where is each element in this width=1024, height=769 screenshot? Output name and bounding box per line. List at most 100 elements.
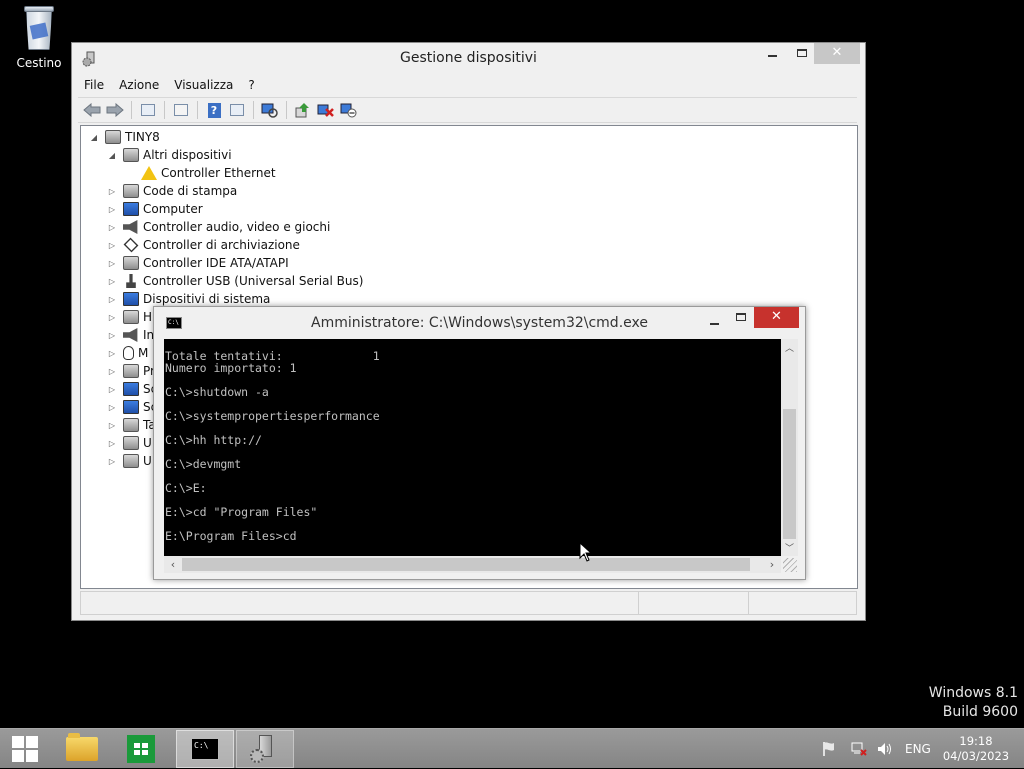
tree-child-item[interactable]: Controller Ethernet (125, 164, 276, 182)
expand-arrow-icon[interactable]: ▷ (107, 187, 117, 196)
tree-item-label: M (138, 346, 149, 360)
expand-arrow-icon[interactable]: ▷ (107, 349, 117, 358)
cmd-maximize-button[interactable] (732, 307, 750, 328)
tree-category-item[interactable]: ▷ M (107, 344, 148, 362)
processor-icon (123, 364, 139, 378)
expand-arrow-icon[interactable]: ▷ (107, 385, 117, 394)
cmd-close-button[interactable]: ✕ (754, 307, 799, 328)
expand-arrow-icon[interactable]: ▷ (107, 223, 117, 232)
clock[interactable]: 19:18 04/03/2023 (940, 729, 1012, 769)
console-line: C:\>systempropertiesperformance (165, 409, 380, 423)
vertical-scrollbar[interactable]: ︿ ﹀ (781, 339, 798, 556)
tree-root-label: TINY8 (125, 130, 160, 144)
expand-arrow-icon[interactable]: ▷ (107, 439, 117, 448)
start-button[interactable] (0, 730, 50, 768)
expand-arrow-icon[interactable]: ▷ (107, 457, 117, 466)
device-manager-titlebar[interactable]: Gestione dispositivi ✕ (72, 43, 865, 75)
expand-arrow-icon[interactable]: ▷ (107, 421, 117, 430)
taskbar-store[interactable] (117, 730, 165, 768)
horizontal-scrollbar[interactable]: ‹ › (164, 556, 781, 573)
tree-item-label: Controller USB (Universal Serial Bus) (143, 274, 364, 288)
language-indicator[interactable]: ENG (905, 729, 935, 769)
scroll-right-icon[interactable]: › (764, 556, 780, 573)
scroll-up-icon[interactable]: ︿ (781, 341, 798, 354)
close-button[interactable]: ✕ (814, 43, 860, 64)
tree-category-item[interactable]: ▷ Code di stampa (107, 182, 237, 200)
scroll-down-icon[interactable]: ﹀ (781, 541, 798, 554)
tree-category-item[interactable]: ▷ Computer (107, 200, 203, 218)
collapse-arrow-icon[interactable]: ◢ (107, 151, 117, 160)
network-disconnected-icon[interactable] (850, 729, 870, 769)
tree-category-item[interactable]: ▷ Controller di archiviazione (107, 236, 300, 254)
expand-arrow-icon[interactable]: ▷ (107, 295, 117, 304)
desktop: Cestino Gestione dispositivi ✕ File Azio… (0, 0, 1024, 768)
properties-icon[interactable] (171, 100, 191, 120)
windows-logo-icon (12, 736, 38, 762)
tree-item-label: Computer (143, 202, 203, 216)
action-center-flag-icon[interactable] (821, 729, 839, 769)
expand-arrow-icon[interactable]: ▷ (107, 403, 117, 412)
tree-category-item[interactable]: ◢ Altri dispositivi (107, 146, 232, 164)
expand-arrow-icon[interactable]: ▷ (107, 313, 117, 322)
toolbar: ? (78, 97, 857, 123)
tree-category-item[interactable]: ▷ H (107, 308, 152, 326)
action-pane-icon[interactable] (227, 100, 247, 120)
keyboard-icon (123, 418, 139, 432)
computer-root-icon (105, 130, 121, 144)
clock-time: 19:18 (959, 734, 993, 748)
scroll-left-icon[interactable]: ‹ (165, 556, 181, 573)
console-tree-icon[interactable] (138, 100, 158, 120)
cmd-minimize-button[interactable] (706, 307, 722, 328)
recycle-bin-shortcut[interactable]: Cestino (10, 6, 68, 70)
expand-arrow-icon[interactable]: ▷ (107, 241, 117, 250)
uninstall-icon[interactable] (316, 100, 336, 120)
console-output[interactable]: Totale tentativi: 1 Numero importato: 1 C:… (164, 339, 781, 556)
usb-icon (126, 274, 136, 288)
unknown-device-icon (123, 148, 139, 162)
tree-category-item[interactable]: ▷ Ta (107, 416, 156, 434)
help-icon[interactable]: ? (204, 100, 224, 120)
volume-icon[interactable] (876, 729, 896, 769)
menu-file[interactable]: File (84, 78, 104, 92)
update-driver-icon[interactable] (293, 100, 313, 120)
menu-visualizza[interactable]: Visualizza (174, 78, 233, 92)
disable-icon[interactable] (339, 100, 359, 120)
system-device-icon (123, 292, 139, 306)
tree-category-item[interactable]: ▷ Controller IDE ATA/ATAPI (107, 254, 289, 272)
expand-arrow-icon[interactable]: ▷ (107, 277, 117, 286)
expand-arrow-icon[interactable]: ▷ (107, 205, 117, 214)
tree-category-item[interactable]: ▷ U (107, 434, 152, 452)
maximize-button[interactable] (793, 43, 811, 64)
vertical-scroll-thumb[interactable] (783, 409, 796, 539)
tree-category-item[interactable]: ▷ In (107, 326, 154, 344)
forward-icon[interactable] (105, 100, 125, 120)
ide-controller-icon (123, 256, 139, 270)
recycle-bin-label: Cestino (16, 56, 62, 70)
tree-category-item[interactable]: ▷ Controller audio, video e giochi (107, 218, 330, 236)
horizontal-scroll-thumb[interactable] (182, 558, 750, 571)
volume-icon (123, 454, 139, 468)
tree-category-item[interactable]: ▷ U (107, 452, 152, 470)
tree-category-item[interactable]: ▷ Sc (107, 398, 157, 416)
command-prompt-window: C:\ Amministratore: C:\Windows\system32\… (153, 306, 806, 580)
menu-help[interactable]: ? (248, 78, 254, 92)
tree-category-item[interactable]: ▷ Sc (107, 380, 157, 398)
tree-root[interactable]: ◢ TINY8 (89, 128, 160, 146)
expand-arrow-icon[interactable]: ▷ (107, 259, 117, 268)
minimize-button[interactable] (764, 43, 780, 64)
cmd-titlebar[interactable]: C:\ Amministratore: C:\Windows\system32\… (154, 307, 805, 339)
expand-arrow-icon[interactable]: ▷ (107, 367, 117, 376)
taskbar-device-manager[interactable] (236, 730, 294, 768)
watermark-line2: Build 9600 (942, 704, 1018, 720)
taskbar-command-prompt[interactable]: C:\ (176, 730, 234, 768)
taskbar-file-explorer[interactable] (58, 730, 106, 768)
tree-category-item[interactable]: ▷ Pr (107, 362, 155, 380)
menu-azione[interactable]: Azione (119, 78, 159, 92)
back-icon[interactable] (82, 100, 102, 120)
collapse-arrow-icon[interactable]: ◢ (89, 133, 99, 142)
expand-arrow-icon[interactable]: ▷ (107, 331, 117, 340)
display-adapter-icon (123, 382, 139, 396)
scan-hardware-icon[interactable] (260, 100, 280, 120)
tree-category-item[interactable]: ▷ Controller USB (Universal Serial Bus) (107, 272, 363, 290)
resize-grip[interactable] (783, 558, 797, 572)
